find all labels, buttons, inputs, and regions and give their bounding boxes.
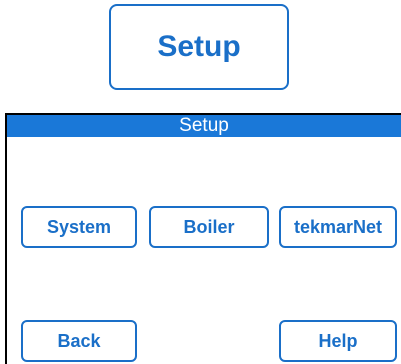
help-button[interactable]: Help [279, 320, 397, 362]
tekmarnet-button[interactable]: tekmarNet [279, 206, 397, 248]
boiler-button-label: Boiler [183, 216, 235, 237]
screen-title: Setup [179, 115, 229, 136]
help-button-label: Help [318, 330, 358, 351]
setup-button[interactable]: Setup [109, 4, 289, 90]
boiler-button[interactable]: Boiler [149, 206, 269, 248]
screen-title-bar: Setup [7, 115, 401, 137]
tekmarnet-button-label: tekmarNet [293, 216, 383, 237]
system-button[interactable]: System [21, 206, 137, 248]
back-button-label: Back [57, 330, 101, 351]
setup-button-label: Setup [157, 30, 241, 63]
system-button-label: System [46, 216, 112, 237]
back-button[interactable]: Back [21, 320, 137, 362]
setup-screen: Setup System Boiler tekmarNet Back Help [5, 113, 401, 364]
